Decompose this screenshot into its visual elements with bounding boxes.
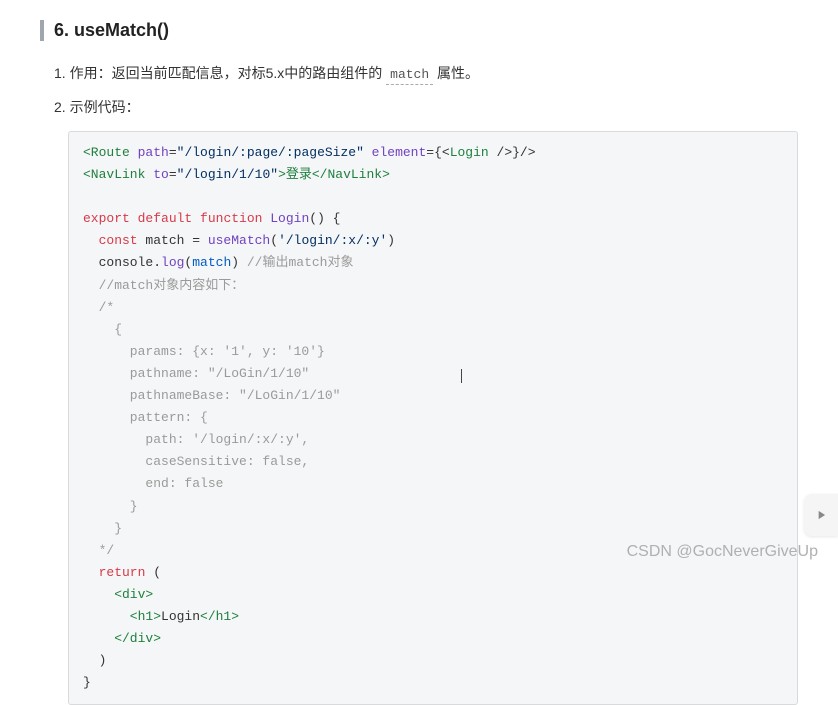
code-token: default [130,211,192,226]
code-token: element [364,145,426,160]
code-token: ( [145,565,161,580]
code-token: <NavLink [83,167,153,182]
code-token: '/login/:x/:y' [278,233,387,248]
code-token: { [83,322,122,337]
code-token: export [83,211,130,226]
code-token: </div> [83,631,161,646]
code-token: useMatch [208,233,270,248]
code-token: ( [270,233,278,248]
code-token: >登录</NavLink> [278,167,390,182]
code-token: } [83,521,122,536]
code-token: end: false [83,476,223,491]
item1-suffix: 属性。 [433,65,479,81]
code-token: path: '/login/:x/:y', [83,432,309,447]
code-token: const [83,233,138,248]
code-token: //输出match对象 [247,255,354,270]
text-cursor [461,369,462,383]
code-token: </h1> [200,609,239,624]
code-token: "/login/1/10" [177,167,278,182]
code-token: to [153,167,169,182]
list-item-1: 1. 作用：返回当前匹配信息，对标5.x中的路由组件的 match 属性。 [40,63,798,83]
code-token: pathnameBase: "/LoGin/1/10" [83,388,340,403]
code-token: path [138,145,169,160]
item1-prefix: 1. 作用：返回当前匹配信息，对标5.x中的路由组件的 [54,65,386,81]
code-token: params: {x: '1', y: '10'} [83,344,325,359]
code-block: <Route path="/login/:page/:pageSize" ele… [68,131,798,705]
code-token: caseSensitive: false, [83,454,309,469]
code-token: />}/> [489,145,536,160]
code-token: } [83,499,138,514]
code-token: <h1> [83,609,161,624]
list-item-2: 2. 示例代码： [40,97,798,117]
code-token: ={< [426,145,449,160]
code-token: Login [161,609,200,624]
section-heading: 6. useMatch() [40,20,798,41]
code-token: log [161,255,184,270]
code-token: Login [262,211,309,226]
code-token: <Route [83,145,138,160]
code-token: console. [83,255,161,270]
code-token: = [169,167,177,182]
code-token: match [192,255,231,270]
code-token: //match对象内容如下： [83,278,244,293]
watermark: CSDN @GocNeverGiveUp [627,543,818,561]
code-token: Login [450,145,489,160]
code-token: <div> [83,587,153,602]
code-token: ) [83,653,106,668]
code-token: return [83,565,145,580]
code-token: = [169,145,177,160]
play-icon [814,508,828,522]
document-content: 6. useMatch() 1. 作用：返回当前匹配信息，对标5.x中的路由组件… [0,0,838,705]
code-token: */ [83,543,114,558]
code-token: "/login/:page/:pageSize" [177,145,364,160]
code-token: () { [309,211,340,226]
code-token: pattern: { [83,410,208,425]
code-token: ) [387,233,395,248]
code-token: pathname: "/LoGin/1/10" [83,366,309,381]
code-token: /* [83,300,114,315]
code-token: function [192,211,262,226]
inline-code-match: match [386,65,433,85]
code-token: match = [138,233,208,248]
code-token: } [83,675,91,690]
play-button[interactable] [804,494,838,536]
code-token: ) [231,255,247,270]
